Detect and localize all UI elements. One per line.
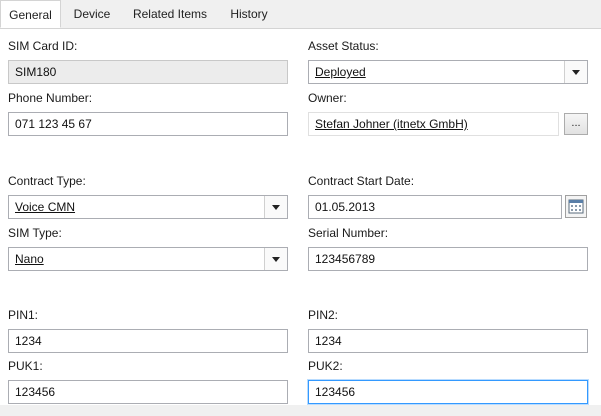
tab-related-items[interactable]: Related Items xyxy=(126,0,214,28)
asset-status-select[interactable]: Deployed xyxy=(308,60,588,84)
bottom-edge xyxy=(0,405,601,416)
asset-status-dropdown-button[interactable] xyxy=(564,61,587,83)
puk2-label: PUK2: xyxy=(308,359,343,373)
phone-number-field[interactable]: 071 123 45 67 xyxy=(8,112,288,136)
sim-card-id-field: SIM180 xyxy=(8,60,288,84)
chevron-down-icon xyxy=(272,257,280,262)
asset-status-value: Deployed xyxy=(315,65,366,79)
serial-number-field[interactable]: 123456789 xyxy=(308,247,588,271)
tab-history[interactable]: History xyxy=(222,0,276,28)
tab-device[interactable]: Device xyxy=(66,0,118,28)
puk1-label: PUK1: xyxy=(8,359,43,373)
pin1-field[interactable]: 1234 xyxy=(8,329,288,353)
calendar-icon xyxy=(568,199,584,214)
puk1-field[interactable]: 123456 xyxy=(8,380,288,404)
sim-card-id-label: SIM Card ID: xyxy=(8,39,78,53)
contract-type-label: Contract Type: xyxy=(8,174,86,188)
contract-type-value: Voice CMN xyxy=(15,200,76,214)
chevron-down-icon xyxy=(572,70,580,75)
owner-label: Owner: xyxy=(308,91,347,105)
owner-field[interactable]: Stefan Johner (itnetx GmbH) xyxy=(308,112,559,136)
contract-type-dropdown-button[interactable] xyxy=(264,196,287,218)
sim-type-dropdown-button[interactable] xyxy=(264,248,287,270)
phone-number-label: Phone Number: xyxy=(8,91,93,105)
pin1-label: PIN1: xyxy=(8,308,39,322)
owner-browse-button[interactable]: ... xyxy=(564,113,588,135)
sim-type-value: Nano xyxy=(15,252,44,266)
owner-value: Stefan Johner (itnetx GmbH) xyxy=(315,117,468,131)
pin2-field[interactable]: 1234 xyxy=(308,329,588,353)
pin2-label: PIN2: xyxy=(308,308,339,322)
tab-bar: General Device Related Items History xyxy=(0,0,601,29)
contract-type-select[interactable]: Voice CMN xyxy=(8,195,288,219)
calendar-button[interactable] xyxy=(565,195,587,218)
contract-start-date-label: Contract Start Date: xyxy=(308,174,415,188)
sim-type-label: SIM Type: xyxy=(8,226,62,240)
contract-start-date-field[interactable]: 01.05.2013 xyxy=(308,195,562,219)
chevron-down-icon xyxy=(272,205,280,210)
sim-type-select[interactable]: Nano xyxy=(8,247,288,271)
asset-status-label: Asset Status: xyxy=(308,39,379,53)
puk2-field[interactable]: 123456 xyxy=(308,380,588,404)
tab-general[interactable]: General xyxy=(0,0,61,28)
serial-number-label: Serial Number: xyxy=(308,226,389,240)
